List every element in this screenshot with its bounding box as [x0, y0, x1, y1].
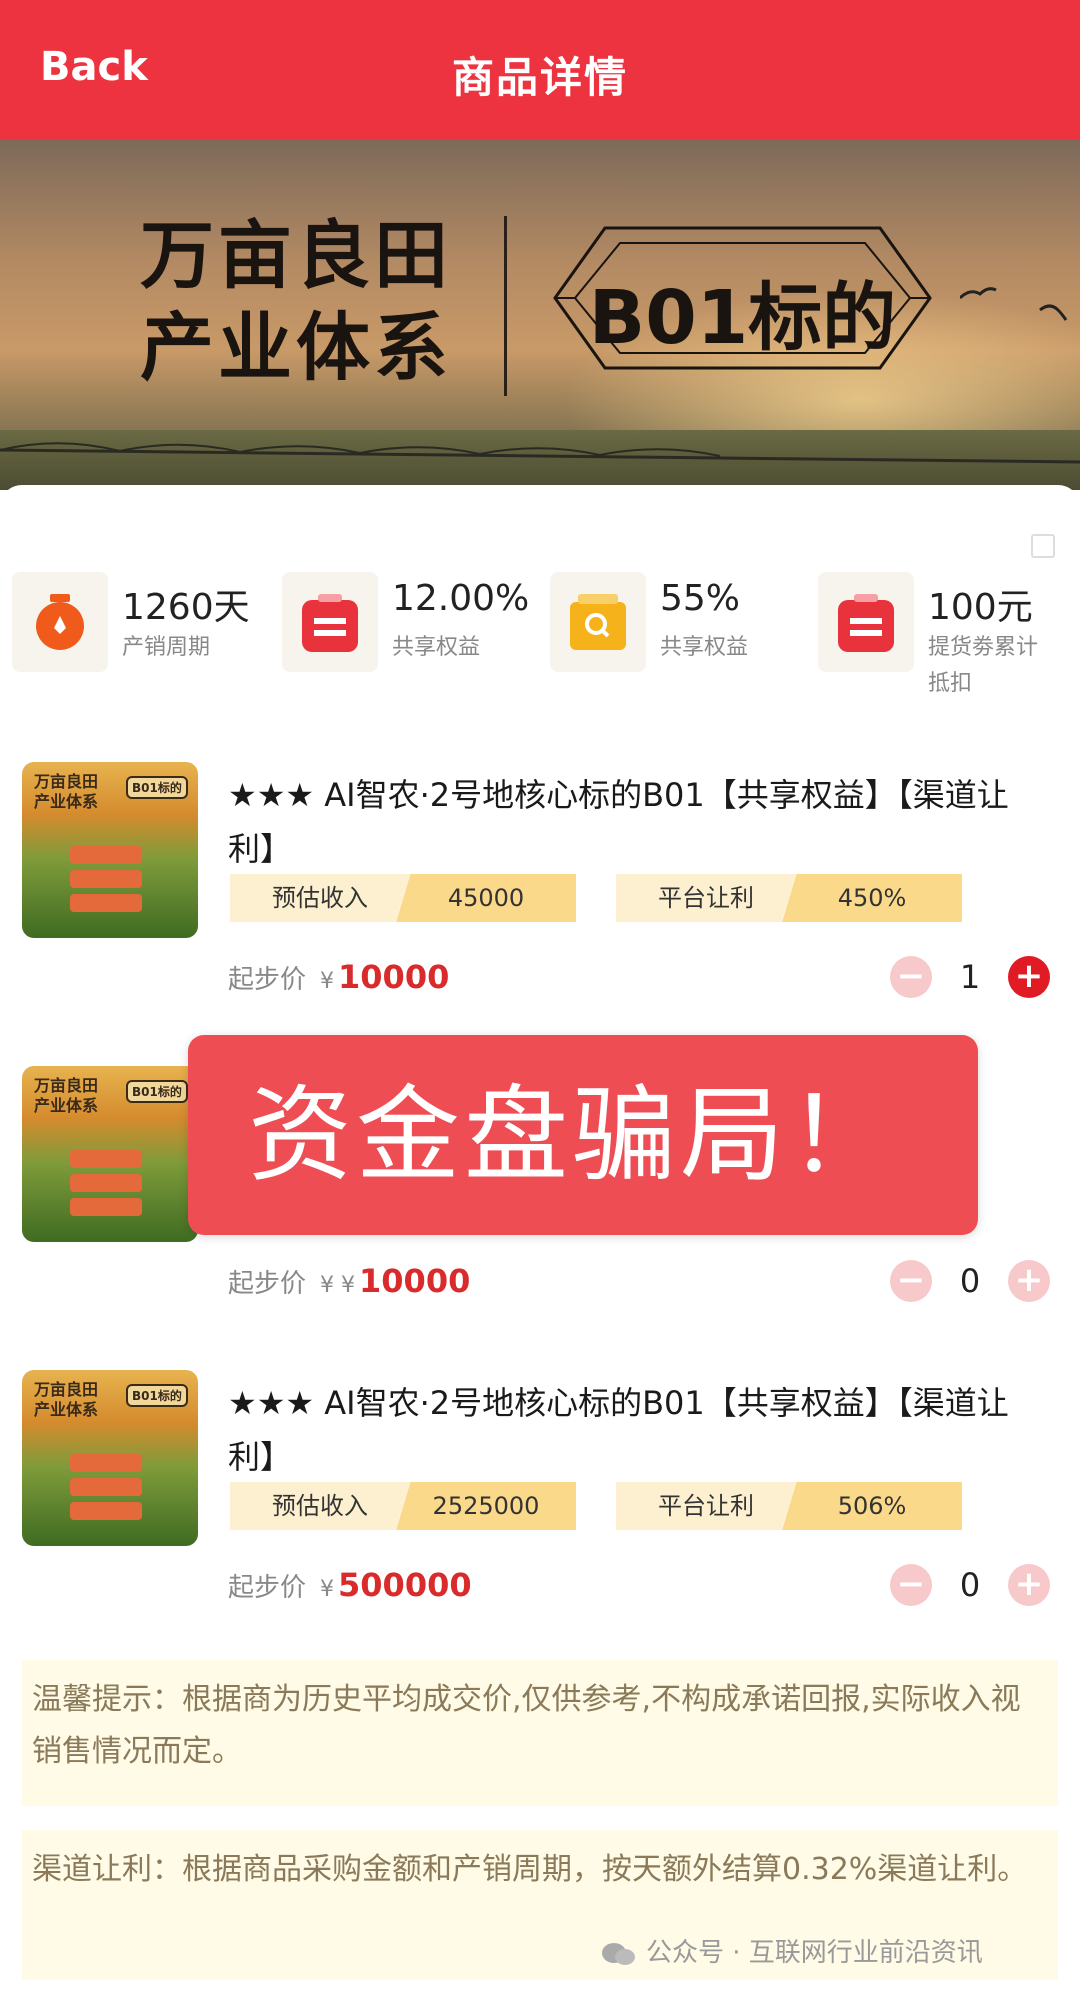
wechat-icon [602, 1942, 635, 1965]
watermark: 公众号 · 互联网行业前沿资讯 [600, 1932, 983, 1969]
clock-icon [12, 572, 108, 672]
stat-value: 100元 [928, 587, 1033, 628]
banner-slogan-line1: 万亩良田 [140, 213, 452, 299]
wallet-icon [818, 572, 914, 672]
plus-button[interactable]: + [1008, 956, 1050, 998]
stat-label: 共享权益 [392, 635, 481, 660]
quantity-stepper: − 1 + [890, 954, 1060, 1000]
rebate-label: 平台让利 [616, 1482, 796, 1530]
rebate-tag: 平台让利 450% [616, 874, 962, 922]
scam-warning-overlay: 资金盘骗局！ [188, 1035, 978, 1235]
product-item[interactable]: 万亩良田 产业体系 B01标的 ★★★ AI智农·2号地核心标的B01【共享权益】… [0, 762, 1080, 1012]
rebate-value: 450% [782, 874, 962, 922]
irrigation-rig-graphic [0, 442, 1080, 464]
search-box-icon [550, 572, 646, 672]
stat-value: 1260天 [122, 587, 250, 628]
rebate-label: 平台让利 [616, 874, 796, 922]
bird-icon [960, 287, 1068, 321]
stat-value: 12.00% [392, 578, 530, 619]
income-tag: 预估收入 2525000 [230, 1482, 576, 1530]
wallet-icon [282, 572, 378, 672]
page-title: 商品详情 [451, 53, 628, 102]
minus-button[interactable]: − [890, 956, 932, 998]
banner-tag-text: B01标的 [588, 275, 897, 361]
select-checkbox[interactable] [1031, 534, 1055, 558]
top-bar: Back 商品详情 [0, 0, 1080, 140]
start-price: 起步价 ¥10000 [228, 958, 450, 996]
stat-value: 55% [660, 578, 741, 619]
minus-button[interactable]: − [890, 1260, 932, 1302]
product-thumbnail: 万亩良田 产业体系 B01标的 [22, 1066, 198, 1242]
product-name[interactable]: ★★★ AI智农·2号地核心标的B01【共享权益】【渠道让利】 [228, 768, 1028, 876]
quantity-value: 0 [959, 1262, 981, 1300]
thumb-tag: B01标的 [126, 776, 188, 799]
stat-label: 产销周期 [122, 635, 211, 660]
income-value: 45000 [396, 874, 576, 922]
product-thumbnail: 万亩良田 产业体系 B01标的 [22, 1370, 198, 1546]
product-thumbnail: 万亩良田 产业体系 B01标的 [22, 762, 198, 938]
stat-label: 提货劵累计抵扣 [928, 635, 1039, 696]
income-label: 预估收入 [230, 874, 410, 922]
minus-button[interactable]: − [890, 1564, 932, 1606]
start-price: 起步价 ¥500000 [228, 1566, 472, 1604]
banner-divider [504, 216, 507, 396]
income-label: 预估收入 [230, 1482, 410, 1530]
income-value: 2525000 [396, 1482, 576, 1530]
quantity-value: 0 [959, 1566, 981, 1604]
quantity-stepper: − 0 + [890, 1258, 1060, 1304]
product-item[interactable]: 万亩良田 产业体系 B01标的 ★★★ AI智农·2号地核心标的B01【共享权益】… [0, 1370, 1080, 1620]
tip-notice: 温馨提示：根据商为历史平均成交价,仅供参考,不构成承诺回报,实际收入视销售情况而… [22, 1660, 1058, 1806]
watermark-text: 公众号 · 互联网行业前沿资讯 [646, 1938, 983, 1968]
income-tag: 预估收入 45000 [230, 874, 576, 922]
thumb-title: 万亩良田 产业体系 [34, 1380, 99, 1419]
thumb-title: 万亩良田 产业体系 [34, 1076, 99, 1115]
banner-slogan-line2: 产业体系 [140, 305, 452, 391]
plus-button[interactable]: + [1008, 1260, 1050, 1302]
hero-banner: 万亩良田 产业体系 B01标的 [0, 140, 1080, 490]
start-price: 起步价 ¥ ¥10000 [228, 1262, 471, 1300]
rebate-value: 506% [782, 1482, 962, 1530]
banner-slogan: 万亩良田 产业体系 [140, 210, 452, 394]
product-name[interactable]: ★★★ AI智农·2号地核心标的B01【共享权益】【渠道让利】 [228, 1376, 1028, 1484]
plus-button[interactable]: + [1008, 1564, 1050, 1606]
quantity-value: 1 [959, 958, 981, 996]
thumb-tag: B01标的 [126, 1384, 188, 1407]
quantity-stepper: − 0 + [890, 1562, 1060, 1608]
thumb-tag: B01标的 [126, 1080, 188, 1103]
stat-label: 共享权益 [660, 635, 749, 660]
thumb-title: 万亩良田 产业体系 [34, 772, 99, 811]
rebate-tag: 平台让利 506% [616, 1482, 962, 1530]
